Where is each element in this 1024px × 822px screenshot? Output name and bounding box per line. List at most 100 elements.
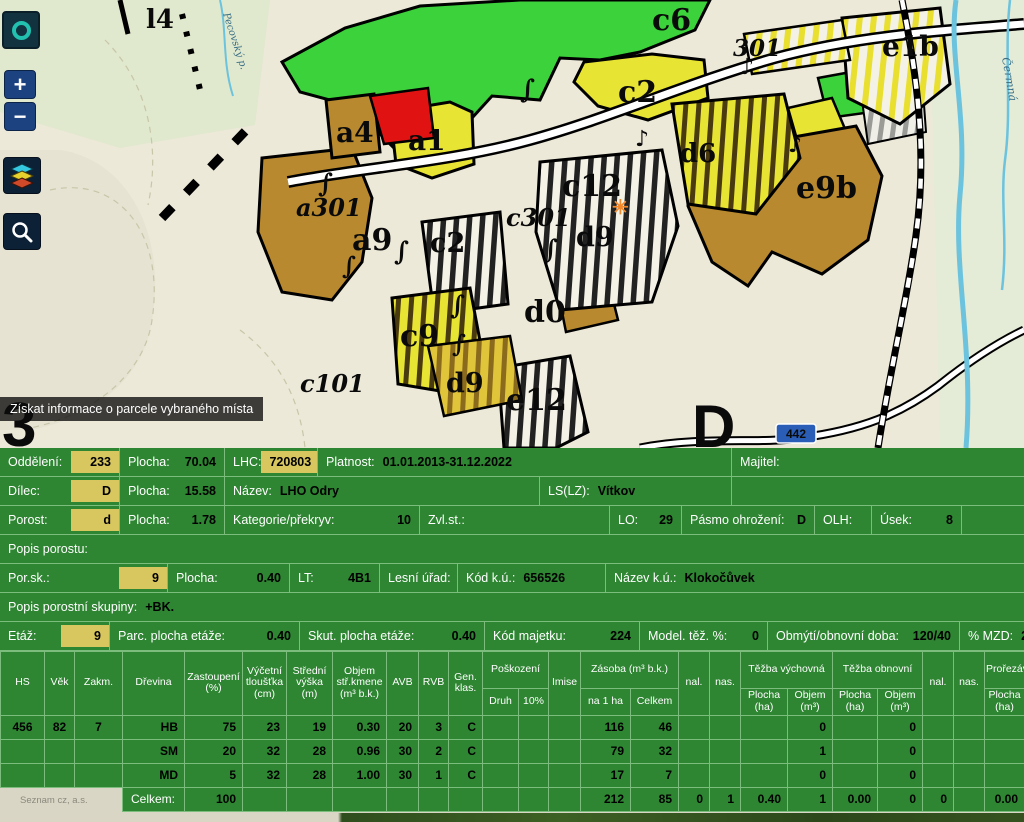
- info-field: Por.sk.:9: [0, 564, 168, 592]
- globe-icon: [12, 21, 31, 40]
- info-row: Popis porostu:: [0, 535, 1024, 564]
- table-cell: [333, 787, 387, 811]
- field-label: Model. těž. %:: [648, 629, 727, 643]
- table-cell: HB: [123, 715, 185, 739]
- map-label: c101: [300, 369, 365, 398]
- table-cell: [923, 763, 954, 787]
- table-cell: [243, 787, 287, 811]
- forest-map[interactable]: 442 l4c6301e1bc2a4a1d6c12e9ba301a9c2c301…: [0, 0, 1024, 448]
- info-field: Zvl.st.:: [420, 506, 610, 534]
- map-label: ♪: [740, 54, 754, 80]
- field-label: Plocha:: [128, 455, 170, 469]
- table-cell: 116: [581, 715, 631, 739]
- column-header: AVB: [387, 652, 419, 716]
- table-cell: 212: [581, 787, 631, 811]
- search-icon: [10, 220, 34, 244]
- info-field: Úsek:8: [872, 506, 962, 534]
- field-label: LS(LZ):: [548, 484, 590, 498]
- column-header: nas.: [710, 652, 741, 716]
- table-cell: 28: [287, 763, 333, 787]
- table-cell: [483, 787, 519, 811]
- table-cell: [483, 763, 519, 787]
- table-cell: 1: [788, 739, 833, 763]
- table-cell: [923, 715, 954, 739]
- search-button[interactable]: [3, 213, 41, 250]
- table-cell: C: [449, 715, 483, 739]
- field-value: 01.01.2013-31.12.2022: [375, 455, 731, 469]
- column-subheader: Plocha (ha): [985, 689, 1024, 716]
- field-label: Kategorie/překryv:: [233, 513, 334, 527]
- field-label: Plocha:: [128, 513, 170, 527]
- map-label: ♪: [788, 132, 802, 158]
- info-field: % MZD:25: [960, 622, 1024, 650]
- map-label: c2: [430, 228, 465, 259]
- map-label: l4: [146, 5, 174, 35]
- field-label: LHC:: [233, 455, 261, 469]
- table-cell: 0.00: [985, 787, 1024, 811]
- field-value: d: [71, 509, 119, 531]
- map-label: d0: [524, 295, 566, 330]
- road-shield: 442: [776, 424, 816, 443]
- table-cell: [985, 715, 1024, 739]
- column-header: Imise: [549, 652, 581, 716]
- layers-button[interactable]: [3, 157, 41, 194]
- map-label: a9: [352, 223, 392, 258]
- table-cell: [549, 787, 581, 811]
- table-cell: [833, 739, 878, 763]
- column-subheader: Plocha (ha): [741, 689, 788, 716]
- table-cell: 0: [878, 787, 923, 811]
- table-cell: Celkem:: [123, 787, 185, 811]
- info-row: Porost:dPlocha:1.78Kategorie/překryv:10Z…: [0, 506, 1024, 535]
- field-label: Zvl.st.:: [428, 513, 465, 527]
- info-row: Por.sk.:9Plocha:0.40LT:4B1Lesní úřad:Kód…: [0, 564, 1024, 593]
- zoom-in-button[interactable]: +: [4, 70, 36, 99]
- road-shield-number: 442: [786, 427, 806, 441]
- info-field: LO:29: [610, 506, 682, 534]
- info-field: Model. těž. %:0: [640, 622, 768, 650]
- field-value: 15.58: [170, 484, 224, 498]
- table-cell: SM: [123, 739, 185, 763]
- table-cell: MD: [123, 763, 185, 787]
- map-label: a1: [408, 124, 446, 157]
- column-header: Prořezávky: [985, 652, 1024, 689]
- table-cell: 100: [185, 787, 243, 811]
- table-cell: [710, 715, 741, 739]
- table-cell: [1, 787, 45, 811]
- info-field: Popis porostu:: [0, 535, 1024, 563]
- column-header: Těžba obnovní: [833, 652, 923, 689]
- field-value: 70.04: [170, 455, 224, 469]
- column-header: Objem stř.kmene (m³ b.k.): [333, 652, 387, 716]
- map-label: ♪: [635, 126, 649, 152]
- field-label: Porost:: [8, 513, 48, 527]
- table-cell: [419, 787, 449, 811]
- column-header: Poškození: [483, 652, 549, 689]
- overview-button[interactable]: [2, 11, 40, 49]
- column-subheader: Celkem: [631, 689, 679, 716]
- table-cell: 82: [45, 715, 75, 739]
- map-label: d6: [680, 139, 716, 169]
- table-cell: [741, 763, 788, 787]
- field-label: Etáž:: [8, 629, 37, 643]
- table-cell: 0.00: [833, 787, 878, 811]
- field-value: LHO Odry: [272, 484, 539, 498]
- info-field: LS(LZ):Vítkov: [540, 477, 732, 505]
- map-label: ∫: [452, 329, 466, 358]
- field-value: 656526: [515, 571, 605, 585]
- table-cell: [549, 763, 581, 787]
- table-cell: [954, 763, 985, 787]
- zoom-out-button[interactable]: −: [4, 102, 36, 131]
- table-cell: [1, 763, 45, 787]
- field-value: 0.40: [225, 629, 299, 643]
- table-cell: 0: [923, 787, 954, 811]
- field-value: 0: [727, 629, 767, 643]
- info-field: Popis porostní skupiny:+BK.: [0, 593, 1024, 621]
- field-value: Klokočůvek: [677, 571, 1024, 585]
- table-cell: [45, 739, 75, 763]
- table-cell: 7: [631, 763, 679, 787]
- column-subheader: Druh: [483, 689, 519, 716]
- table-cell: 19: [287, 715, 333, 739]
- map-label: D: [692, 393, 735, 448]
- field-value: 0.40: [414, 629, 484, 643]
- map-label: a4: [336, 116, 374, 149]
- field-label: Parc. plocha etáže:: [118, 629, 225, 643]
